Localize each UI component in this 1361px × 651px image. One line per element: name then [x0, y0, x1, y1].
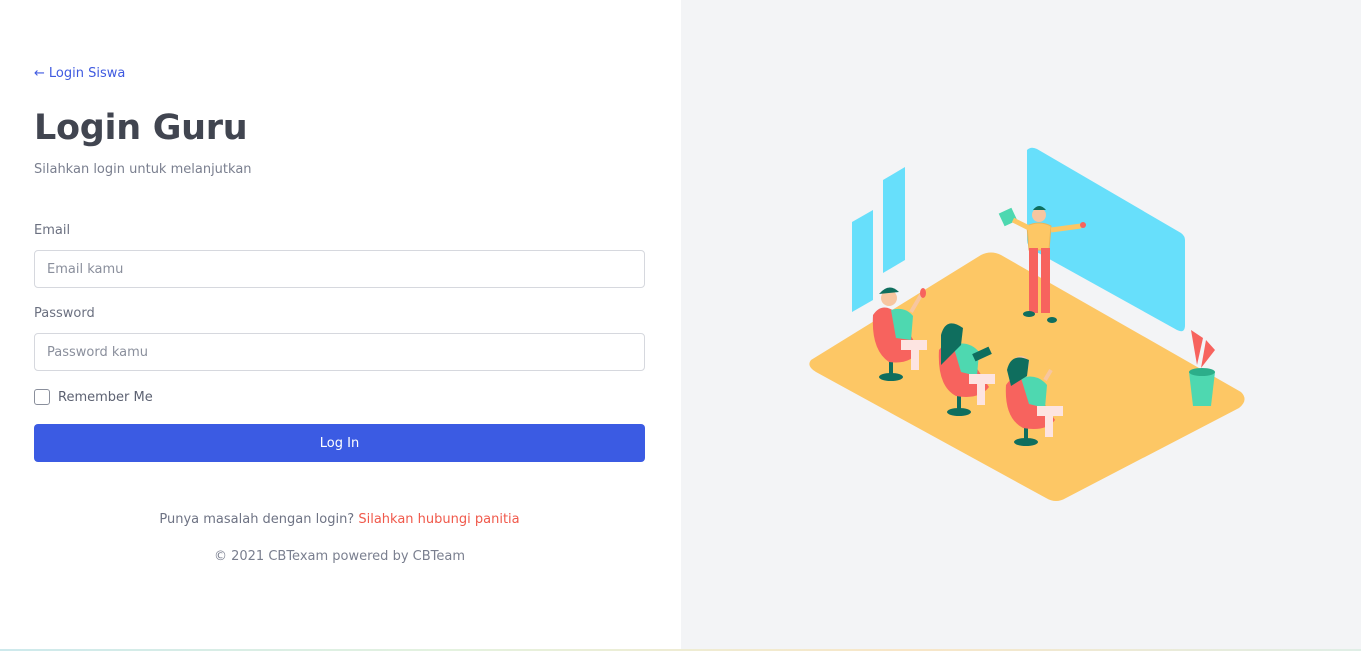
help-question: Punya masalah dengan login? — [159, 512, 355, 527]
arrow-left-icon: ← — [34, 66, 45, 81]
password-field[interactable] — [34, 333, 645, 371]
email-field[interactable] — [34, 250, 645, 288]
remember-me-control[interactable]: Remember Me — [34, 389, 153, 405]
help-text: Punya masalah dengan login? Silahkan hub… — [34, 512, 645, 527]
illustration-panel — [681, 0, 1361, 651]
remember-me-checkbox[interactable] — [34, 389, 50, 405]
contact-committee-link[interactable]: Silahkan hubungi panitia — [358, 512, 519, 527]
back-link-label: Login Siswa — [48, 66, 126, 81]
remember-me-label: Remember Me — [58, 389, 153, 405]
footer-copyright: © 2021 CBTexam powered by CBTeam — [213, 549, 465, 564]
page-title: Login Guru — [34, 108, 248, 148]
back-to-student-login-link[interactable]: ← Login Siswa — [34, 66, 125, 81]
email-label: Email — [34, 223, 71, 238]
login-button[interactable]: Log In — [34, 424, 645, 462]
page-subtitle: Silahkan login untuk melanjutkan — [34, 162, 252, 177]
classroom-illustration — [809, 147, 1245, 501]
login-panel: ← Login Siswa Login Guru Silahkan login … — [0, 0, 681, 651]
password-label: Password — [34, 306, 95, 321]
